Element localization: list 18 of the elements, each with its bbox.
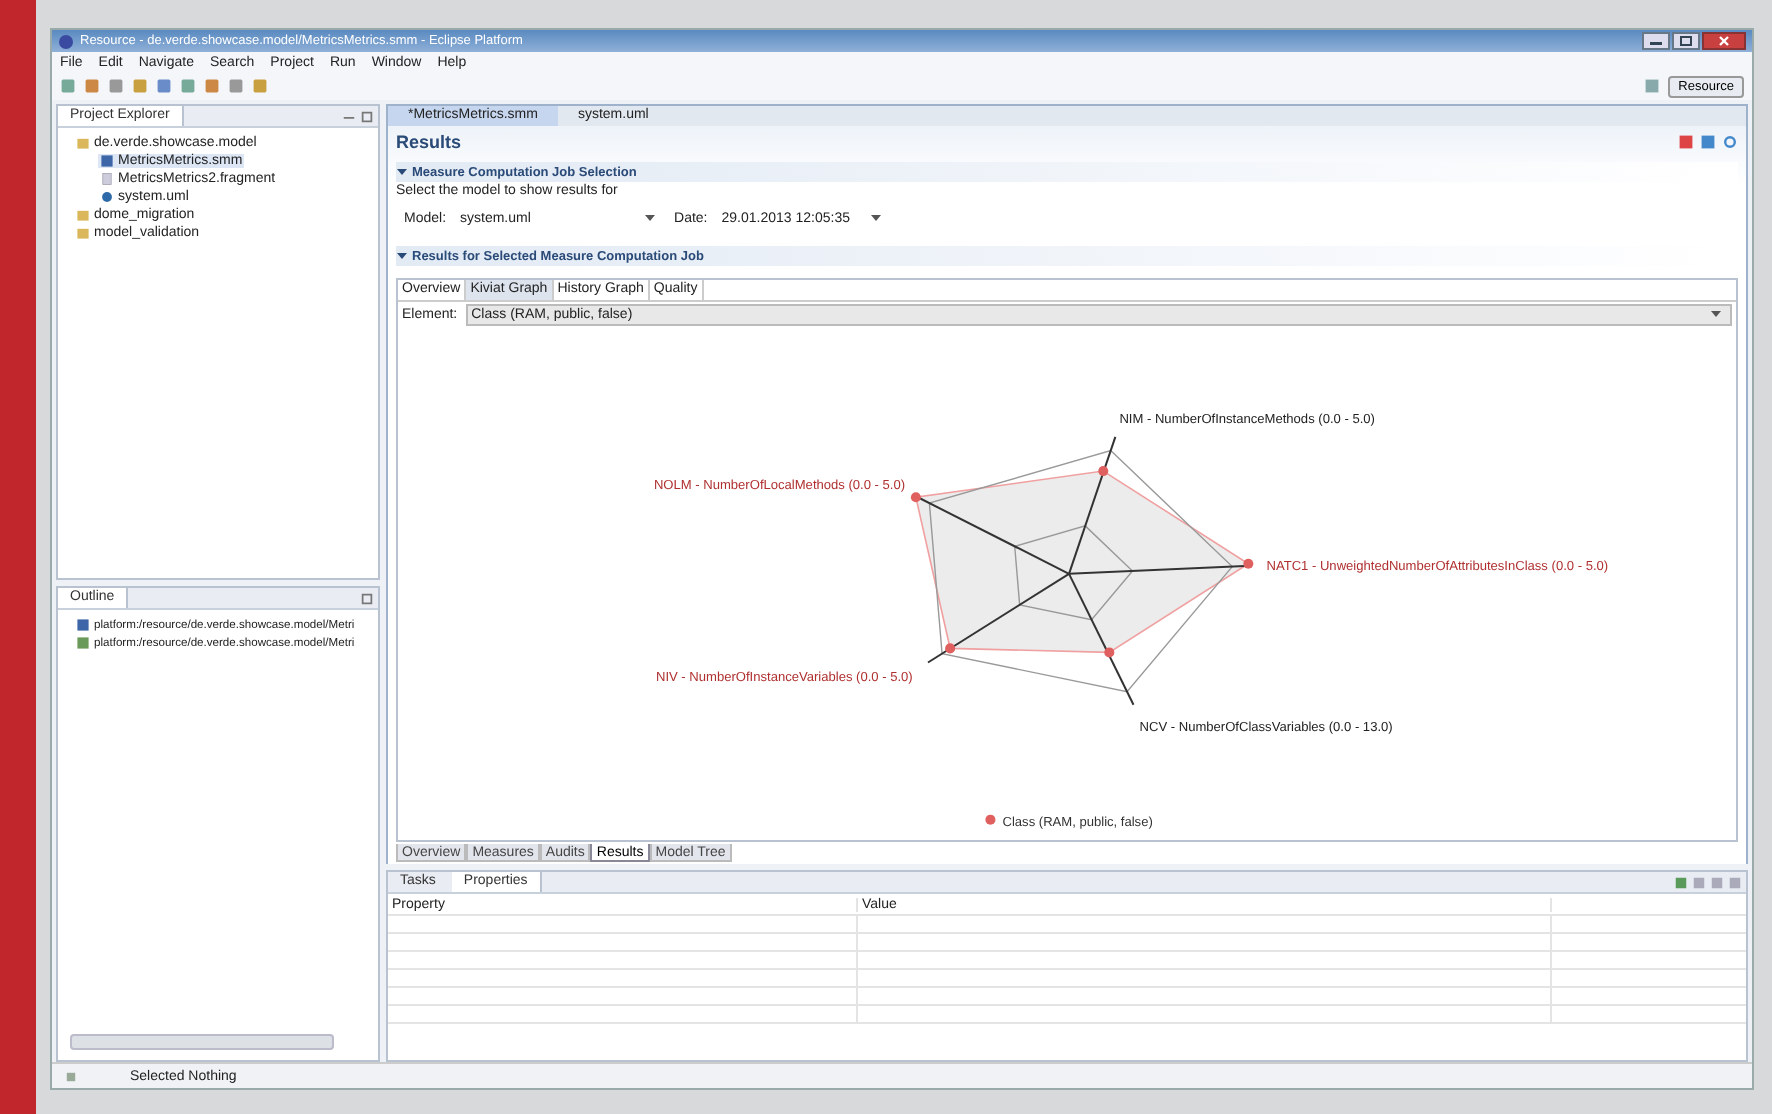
maximize-button[interactable] [1672,32,1700,50]
open-perspective-icon[interactable] [1644,78,1661,94]
dropdown-caret-icon [869,212,882,224]
expand-caret-icon[interactable] [396,166,408,178]
status-icon [64,1069,78,1083]
form-title: Results [396,132,462,152]
maximize-icon[interactable] [360,109,374,123]
legend-marker [985,814,996,825]
close-button[interactable] [1702,32,1746,50]
dropdown-caret-icon [1710,308,1722,320]
minimize-button[interactable] [1642,32,1670,50]
expand-caret-icon[interactable] [396,250,408,262]
folder-icon [76,136,90,150]
scrollbar[interactable] [70,1034,334,1050]
uml-icon [100,190,114,204]
dropdown-caret-icon [644,212,657,224]
eclipse-icon [58,33,74,49]
maximize-icon[interactable] [360,591,374,605]
